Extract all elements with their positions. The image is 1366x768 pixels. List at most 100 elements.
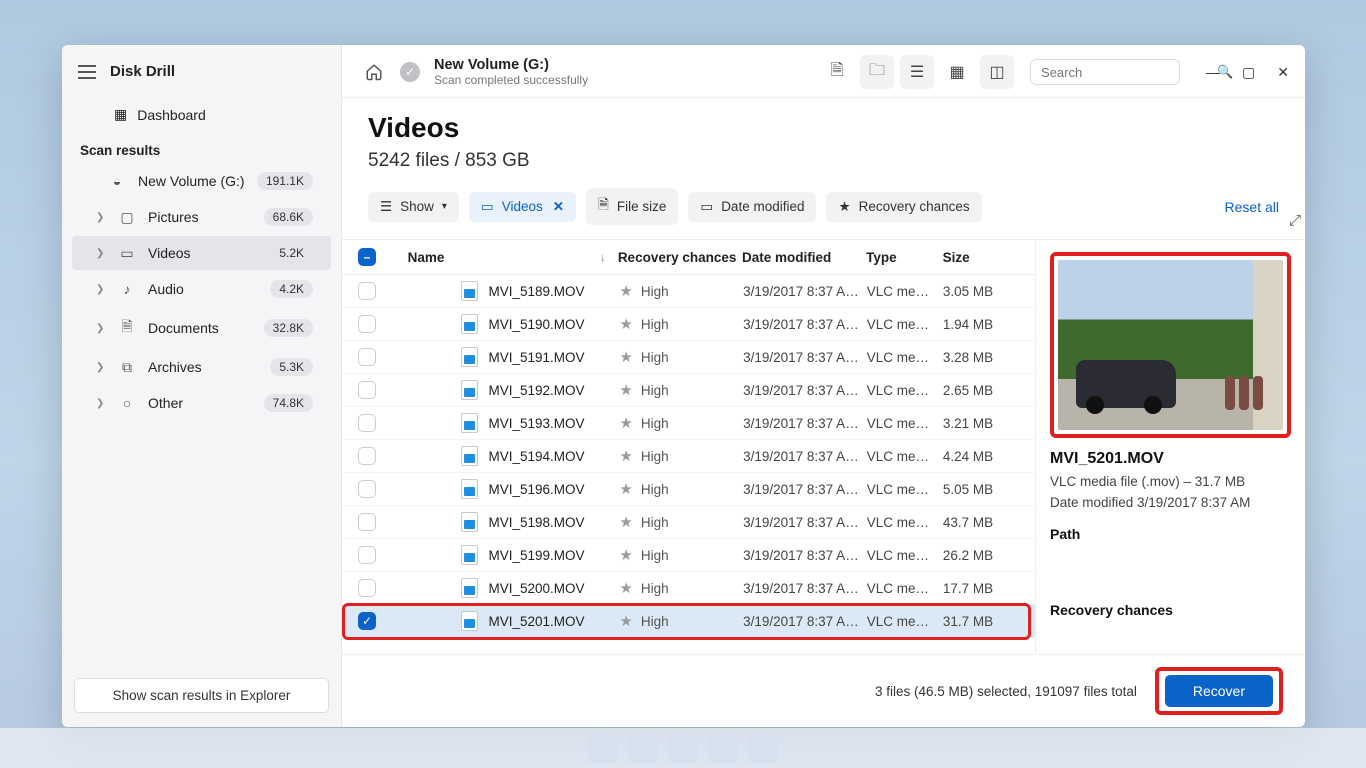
sidebar-item-documents[interactable]: ❯🗎Documents32.8K	[72, 308, 331, 348]
sort-arrow-icon[interactable]: ↓	[600, 250, 618, 264]
recover-button[interactable]: Recover	[1165, 675, 1273, 707]
type-value: VLC me…	[867, 416, 943, 431]
taskbar-item[interactable]	[748, 733, 778, 763]
sidebar-item-other[interactable]: ❯○Other74.8K	[72, 386, 331, 420]
file-name: MVI_5201.MOV	[488, 614, 584, 629]
grid-view-icon[interactable]: ▦	[940, 55, 974, 89]
star-icon: ★	[838, 199, 850, 215]
row-checkbox[interactable]	[358, 348, 376, 366]
table-row[interactable]: MVI_5193.MOV ★ High 3/19/2017 8:37 A…VLC me…	[342, 407, 1035, 440]
col-type[interactable]: Type	[866, 250, 942, 265]
menu-icon[interactable]	[78, 65, 96, 79]
row-checkbox[interactable]	[358, 480, 376, 498]
folder-icon[interactable]: 🗀	[860, 55, 894, 89]
status-complete-icon: ✓	[400, 62, 420, 82]
star-icon: ★	[619, 414, 632, 432]
show-dropdown[interactable]: ☰ Show ▾	[368, 192, 459, 222]
sidebar-volume[interactable]: ◒ New Volume (G:) 191.1K	[72, 164, 331, 198]
taskbar-item[interactable]	[628, 733, 658, 763]
taskbar-item[interactable]	[668, 733, 698, 763]
taskbar-item[interactable]	[588, 733, 618, 763]
popout-icon[interactable]: ⤢	[1289, 212, 1301, 229]
table-row[interactable]: MVI_5199.MOV★High3/19/2017 8:37 A…VLC me…	[342, 539, 1035, 572]
table-row[interactable]: MVI_5189.MOV★High3/19/2017 8:37 A…VLC me…	[342, 275, 1035, 308]
file-name: MVI_5190.MOV	[488, 317, 584, 332]
row-checkbox[interactable]	[358, 282, 376, 300]
sidebar-item-badge: 4.2K	[270, 280, 313, 298]
col-size[interactable]: Size	[943, 250, 1019, 265]
row-checkbox[interactable]	[358, 513, 376, 531]
taskbar-item[interactable]	[708, 733, 738, 763]
date-value: 3/19/2017 8:37 A…	[743, 317, 867, 332]
table-row[interactable]: MVI_5190.MOV★High3/19/2017 8:37 A…VLC me…	[342, 308, 1035, 341]
sidebar-item-audio[interactable]: ❯♪Audio4.2K	[72, 272, 331, 306]
size-value: 3.05 MB	[943, 284, 1019, 299]
file-icon[interactable]: 🗎	[820, 55, 854, 89]
col-recovery[interactable]: Recovery chances	[618, 250, 742, 265]
file-name: MVI_5198.MOV	[488, 515, 584, 530]
search-box[interactable]: 🔍	[1030, 59, 1180, 85]
chevron-right-icon: ❯	[96, 284, 106, 295]
date-value: 3/19/2017 8:37 A…	[743, 383, 867, 398]
row-checkbox[interactable]	[358, 447, 376, 465]
row-checkbox[interactable]	[358, 381, 376, 399]
video-file-icon	[461, 413, 478, 433]
minimize-button[interactable]: —	[1206, 64, 1220, 81]
list-view-icon[interactable]: ☰	[900, 55, 934, 89]
row-checkbox[interactable]	[358, 579, 376, 597]
sidebar-item-pictures[interactable]: ❯▢Pictures68.6K	[72, 200, 331, 234]
filter-recovery-chip[interactable]: ★ Recovery chances	[826, 192, 981, 222]
sidebar-item-videos[interactable]: ❯▭Videos5.2K	[72, 236, 331, 270]
search-input[interactable]	[1041, 65, 1217, 80]
sidebar-item-archives[interactable]: ❯⧉Archives5.3K	[72, 350, 331, 384]
col-date[interactable]: Date modified	[742, 250, 866, 265]
table-row[interactable]: MVI_5191.MOV★High3/19/2017 8:37 A…VLC me…	[342, 341, 1035, 374]
row-checkbox[interactable]	[358, 546, 376, 564]
size-value: 1.94 MB	[943, 317, 1019, 332]
date-value: 3/19/2017 8:37 A…	[743, 416, 867, 431]
date-value: 3/19/2017 8:37 A…	[743, 350, 867, 365]
taskbar[interactable]	[0, 728, 1366, 768]
filter-date-chip[interactable]: ▭ Date modified	[688, 192, 816, 222]
table-row[interactable]: MVI_5200.MOV★High3/19/2017 8:37 A…VLC me…	[342, 572, 1035, 605]
table-row[interactable]: MVI_5194.MOV★High3/19/2017 8:37 A…VLC me…	[342, 440, 1035, 473]
category-icon: ○	[118, 395, 136, 411]
row-checkbox[interactable]	[358, 315, 376, 333]
preview-thumbnail[interactable]	[1058, 260, 1283, 430]
show-label: Show	[400, 199, 434, 214]
col-name[interactable]: Name	[408, 250, 445, 265]
filter-filesize-chip[interactable]: 🗎 File size	[586, 188, 678, 225]
remove-filter-icon[interactable]: ✕	[553, 199, 564, 215]
star-icon: ★	[619, 513, 632, 531]
row-checkbox[interactable]: ✓	[358, 612, 376, 630]
reset-filters-link[interactable]: Reset all	[1225, 199, 1279, 215]
recovery-value: High	[641, 416, 669, 431]
table-row[interactable]: MVI_5192.MOV★High3/19/2017 8:37 A…VLC me…	[342, 374, 1035, 407]
chevron-right-icon: ❯	[96, 362, 106, 373]
sliders-icon: ☰	[380, 199, 392, 215]
star-icon: ★	[619, 348, 632, 366]
header-checkbox[interactable]: –	[358, 248, 376, 266]
close-button[interactable]: ✕	[1277, 64, 1289, 81]
table-row[interactable]: MVI_5198.MOV★High3/19/2017 8:37 A…VLC me…	[342, 506, 1035, 539]
split-view-icon[interactable]: ◫	[980, 55, 1014, 89]
star-icon: ★	[619, 480, 632, 498]
file-name: MVI_5193.MOV	[488, 416, 584, 431]
row-checkbox[interactable]	[358, 414, 376, 432]
sidebar-dashboard[interactable]: ▦ Dashboard	[72, 98, 331, 131]
show-in-explorer-button[interactable]: Show scan results in Explorer	[74, 678, 329, 713]
file-table: – Name ↓ Recovery chances Date modified …	[342, 240, 1035, 654]
filter-videos-chip[interactable]: ▭ Videos ✕	[469, 192, 576, 222]
maximize-button[interactable]: ▢	[1242, 64, 1255, 81]
sidebar-item-badge: 5.3K	[270, 358, 313, 376]
type-value: VLC me…	[867, 548, 943, 563]
file-icon: 🗎	[598, 195, 609, 218]
recovery-value: High	[641, 449, 669, 464]
category-icon: ▢	[118, 209, 136, 226]
home-icon[interactable]	[358, 56, 390, 88]
table-row[interactable]: MVI_5196.MOV★High3/19/2017 8:37 A…VLC me…	[342, 473, 1035, 506]
table-row[interactable]: ✓MVI_5201.MOV★High3/19/2017 8:37 A…VLC m…	[342, 605, 1035, 638]
sidebar-dashboard-label: Dashboard	[137, 107, 206, 123]
star-icon: ★	[619, 612, 632, 630]
size-value: 31.7 MB	[943, 614, 1019, 629]
